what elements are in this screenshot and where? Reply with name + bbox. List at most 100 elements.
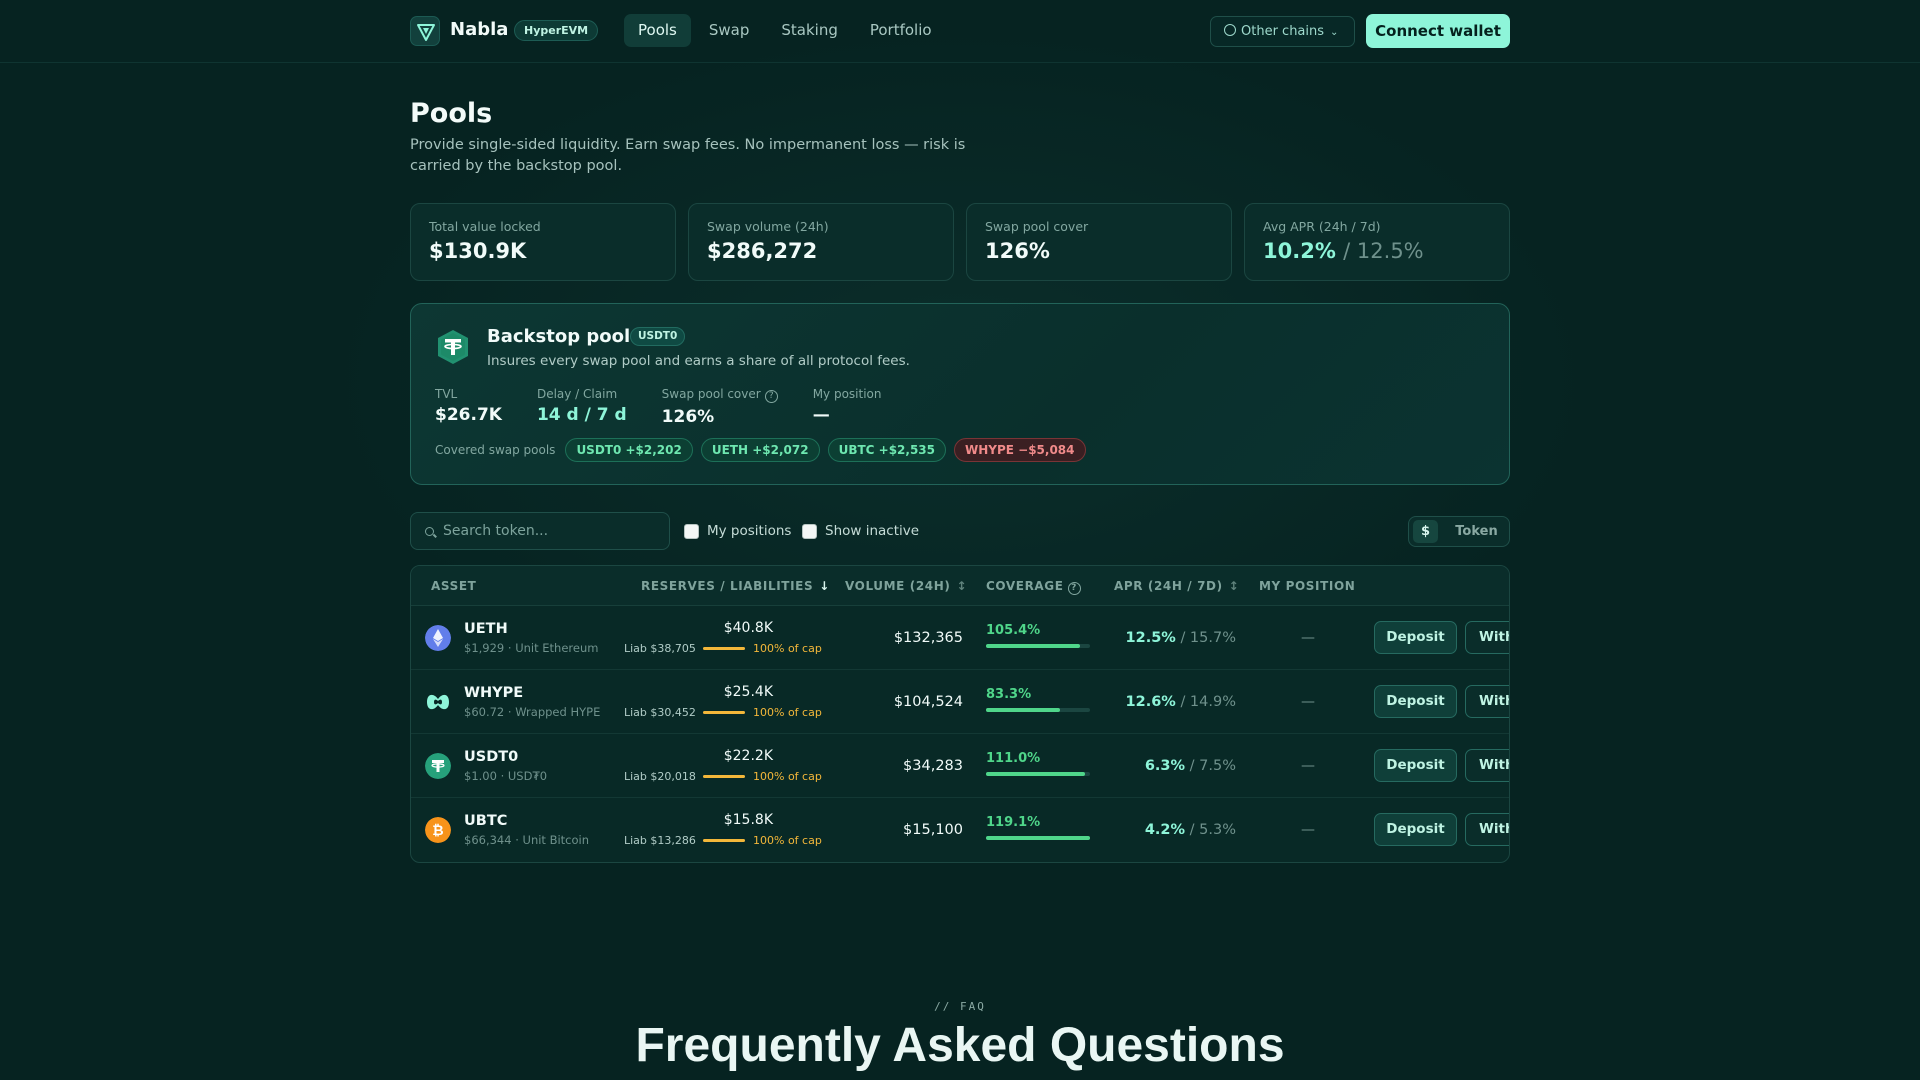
nav-links: Pools Swap Staking Portfolio — [624, 14, 946, 47]
apr-value: 12.5% / 15.7% — [1126, 630, 1236, 646]
stat-label: Total value locked — [429, 219, 541, 234]
sort-down-icon[interactable]: ↓ — [819, 579, 830, 593]
coverage-bar — [986, 644, 1090, 648]
metric-value: 126% — [661, 407, 715, 427]
help-icon[interactable]: ? — [764, 390, 778, 403]
volume-value: $132,365 — [893, 630, 963, 646]
apr-24h: 6.3% — [1144, 758, 1186, 774]
stat-label: Swap pool cover — [985, 219, 1089, 234]
column-reserves[interactable]: RESERVES / LIABILITIES ↓ — [641, 579, 830, 593]
nav-link-portfolio[interactable]: Portfolio — [856, 14, 946, 47]
sort-icon[interactable]: ↕ — [1229, 579, 1240, 593]
svg-text:₿: ₿ — [432, 823, 443, 839]
column-volume[interactable]: VOLUME (24H) ↕ — [845, 579, 967, 593]
my-position-value: — — [1301, 694, 1315, 710]
column-label: APR (24H / 7D) — [1114, 579, 1223, 593]
help-icon[interactable]: ? — [1067, 582, 1081, 595]
withdraw-button[interactable]: Withdraw — [1465, 685, 1509, 718]
metric-value: 14 d / 7 d — [536, 405, 627, 425]
withdraw-button[interactable]: Withdraw — [1465, 813, 1509, 846]
coverage-bar — [986, 836, 1090, 840]
faq-kicker: // FAQ — [934, 1000, 986, 1013]
metric-value: — — [812, 405, 830, 425]
my-position-value: — — [1301, 758, 1315, 774]
covered-chip-ubtc: UBTC +$2,535 — [827, 438, 946, 462]
stat-label: Avg APR (24h / 7d) — [1263, 219, 1381, 234]
stat-value: $130.9K — [429, 239, 527, 263]
globe-icon — [1224, 24, 1236, 36]
volume-value: $15,100 — [903, 822, 963, 838]
other-chains-label: Other chains — [1241, 24, 1325, 39]
withdraw-button[interactable]: Withdraw — [1465, 621, 1509, 654]
top-navigation: Nabla HyperEVM Pools Swap Staking Portfo… — [0, 0, 1920, 63]
table-row: ₿ UBTC $66,344 · Unit Bitcoin $15.8K Lia… — [411, 798, 1509, 862]
liabilities-value: Liab $38,705 — [624, 642, 696, 655]
sort-icon[interactable]: ↕ — [956, 579, 967, 593]
apr-7d-value: / 12.5% — [1343, 239, 1424, 263]
asset-subtitle: $1,929 · Unit Ethereum — [464, 641, 599, 655]
pools-table: ASSET RESERVES / LIABILITIES ↓ VOLUME (24… — [410, 565, 1510, 863]
cap-bar — [703, 647, 745, 650]
column-coverage: COVERAGE? — [986, 579, 1081, 595]
apr-24h: 4.2% — [1144, 822, 1186, 838]
search-input[interactable] — [443, 521, 658, 541]
my-positions-checkbox[interactable]: My positions — [684, 523, 791, 539]
apr-value: 6.3% / 7.5% — [1145, 758, 1236, 774]
apr-7d: / 15.7% — [1180, 630, 1236, 646]
unit-option-token[interactable]: Token — [1449, 520, 1504, 543]
nav-inner: Nabla HyperEVM Pools Swap Staking Portfo… — [410, 0, 1510, 62]
stat-value: 126% — [985, 239, 1050, 263]
covered-chip-ueth: UETH +$2,072 — [700, 438, 820, 462]
cap-bar — [703, 839, 745, 842]
stat-value: 10.2% / 12.5% — [1263, 239, 1491, 263]
coverage-value: 111.0% — [986, 751, 1041, 766]
apr-value: 12.6% / 14.9% — [1126, 694, 1236, 710]
backstop-metric-cover: Swap pool cover? 126% — [662, 387, 778, 427]
column-asset: ASSET — [431, 579, 477, 593]
cap-value: 100% of cap — [753, 706, 822, 719]
withdraw-button[interactable]: Withdraw — [1465, 749, 1509, 782]
metric-label: Swap pool cover? — [662, 387, 778, 403]
asset-subtitle: $60.72 · Wrapped HYPE — [464, 705, 601, 719]
backstop-metric-delay: Delay / Claim 14 d / 7 d — [537, 387, 627, 427]
connect-wallet-button[interactable]: Connect wallet — [1366, 14, 1510, 48]
nabla-logo-icon[interactable] — [410, 16, 440, 46]
covered-pools: Covered swap pools USDT0 +$2,202 UETH +$… — [435, 438, 1086, 462]
page-title: Pools — [410, 98, 493, 129]
asset-symbol: WHYPE — [464, 685, 524, 701]
table-row: UETH $1,929 · Unit Ethereum $40.8K Liab … — [411, 606, 1509, 670]
deposit-button[interactable]: Deposit — [1374, 621, 1457, 654]
brand-name[interactable]: Nabla — [450, 19, 508, 40]
stat-card-tvl: Total value locked $130.9K — [410, 203, 676, 281]
nav-link-pools[interactable]: Pools — [624, 14, 691, 47]
apr-7d: / 7.5% — [1189, 758, 1236, 774]
deposit-button[interactable]: Deposit — [1374, 749, 1457, 782]
metric-label-text: Swap pool cover — [661, 387, 761, 401]
column-apr[interactable]: APR (24H / 7D) ↕ — [1114, 579, 1239, 593]
stat-card-cover: Swap pool cover 126% — [966, 203, 1232, 281]
stat-card-volume: Swap volume (24h) $286,272 — [688, 203, 954, 281]
volume-value: $104,524 — [893, 694, 963, 710]
checkbox-box[interactable] — [684, 523, 699, 539]
cap-value: 100% of cap — [753, 770, 822, 783]
search-icon — [425, 527, 434, 536]
asset-symbol: UBTC — [464, 813, 508, 829]
apr-24h-value: 10.2% — [1263, 239, 1336, 263]
nav-link-swap[interactable]: Swap — [695, 14, 764, 47]
metric-label: Delay / Claim — [536, 387, 618, 401]
table-row: WHYPE $60.72 · Wrapped HYPE $25.4K Liab … — [411, 670, 1509, 734]
unit-option-usd[interactable]: $ — [1413, 520, 1438, 543]
covered-chip-usdt0: USDT0 +$2,202 — [565, 438, 693, 462]
nav-link-staking[interactable]: Staking — [767, 14, 851, 47]
chevron-down-icon: ⌄ — [1330, 27, 1339, 38]
show-inactive-checkbox[interactable]: Show inactive — [802, 523, 919, 539]
table-header: ASSET RESERVES / LIABILITIES ↓ VOLUME (24… — [411, 566, 1509, 606]
asset-symbol: UETH — [464, 621, 508, 637]
other-chains-button[interactable]: Other chains ⌄ — [1210, 16, 1355, 47]
deposit-button[interactable]: Deposit — [1374, 813, 1457, 846]
deposit-button[interactable]: Deposit — [1374, 685, 1457, 718]
column-label: VOLUME (24H) — [845, 579, 951, 593]
checkbox-label: My positions — [707, 523, 792, 539]
backstop-pool-card: Backstop pool USDT0 Insures every swap p… — [410, 303, 1510, 485]
checkbox-box[interactable] — [802, 523, 817, 539]
